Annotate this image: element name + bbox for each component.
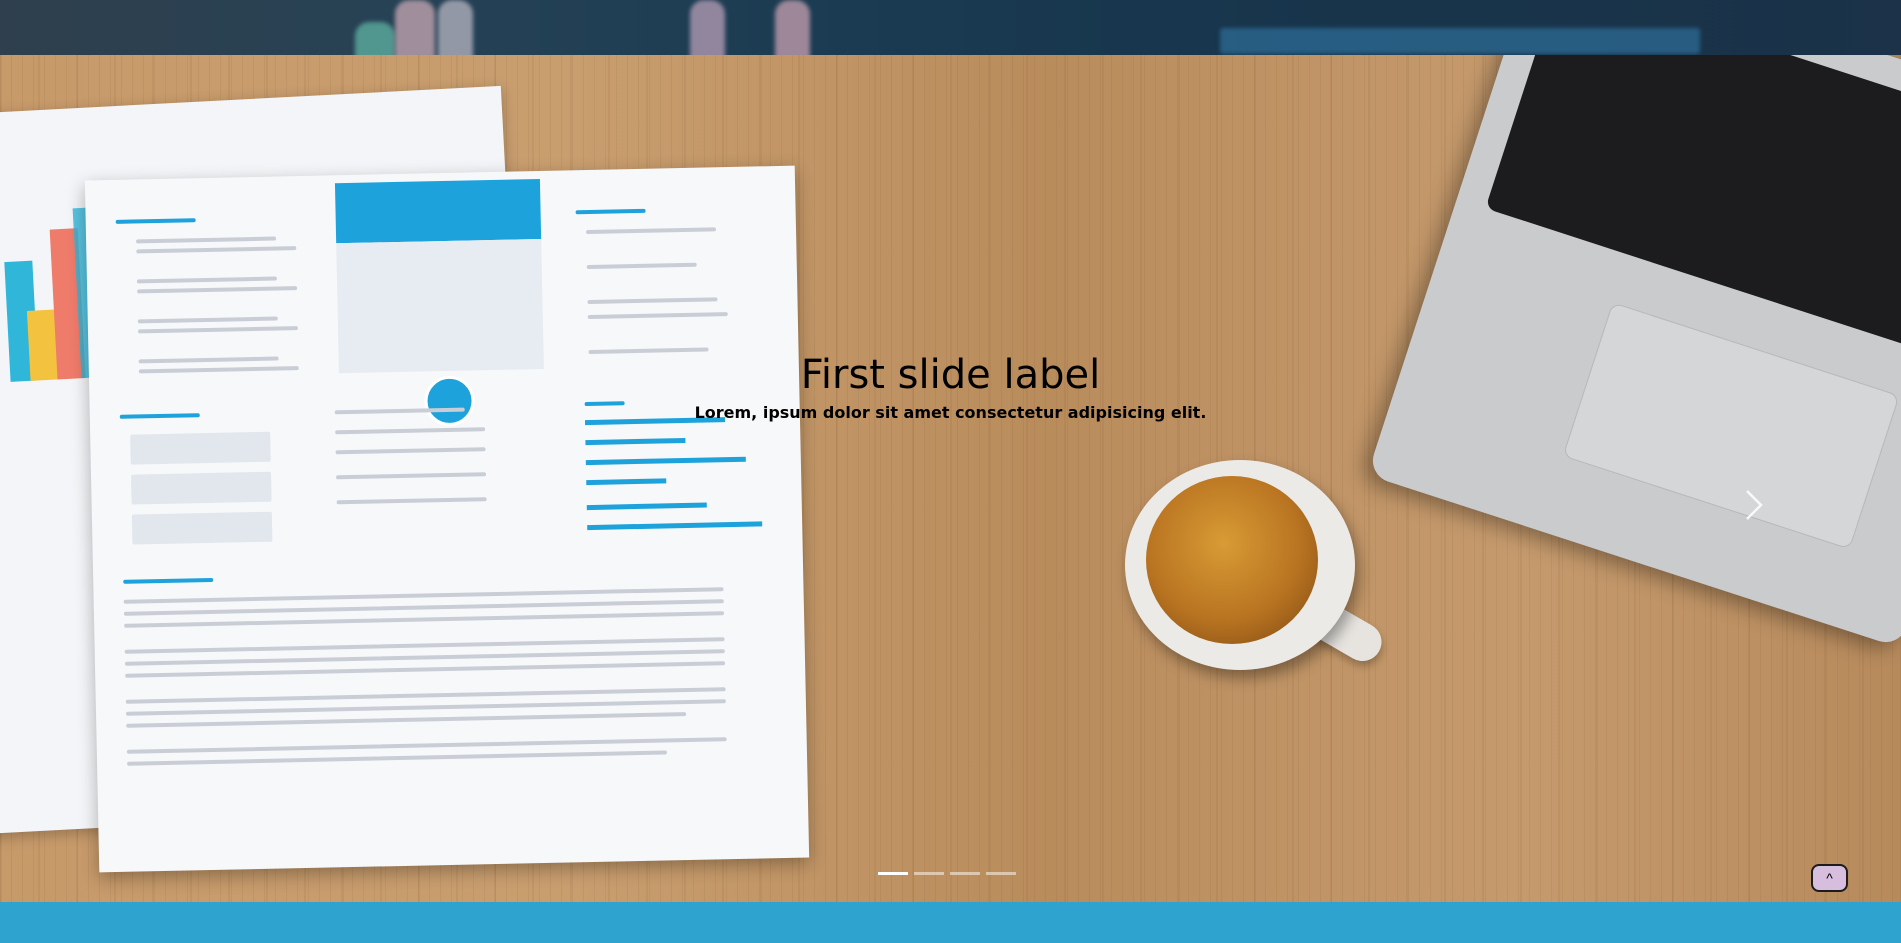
skill-bar — [586, 502, 707, 511]
back-to-top-button[interactable]: ^ — [1811, 864, 1848, 892]
keyboard-image — [1485, 55, 1901, 369]
text-line — [137, 316, 278, 324]
skill-bar — [585, 456, 746, 466]
text-line — [137, 326, 299, 334]
text-block — [131, 511, 273, 545]
text-line — [336, 497, 487, 505]
carousel-indicator-1[interactable] — [878, 872, 908, 875]
slide-text: Lorem, ipsum dolor sit amet consectetur … — [694, 403, 1207, 422]
carousel-indicator-2[interactable] — [914, 872, 944, 875]
text-block — [130, 431, 271, 465]
banner-decor — [395, 0, 435, 55]
top-banner — [0, 0, 1901, 55]
carousel-next-button[interactable] — [1730, 455, 1778, 555]
skill-bar — [587, 521, 763, 531]
text-line — [586, 262, 697, 270]
hero-carousel: First slide label Lorem, ipsum dolor sit… — [0, 55, 1901, 902]
text-line — [585, 227, 717, 235]
text-line — [587, 297, 718, 305]
chevron-right-icon — [1746, 490, 1763, 520]
banner-decor — [775, 0, 810, 55]
text-line — [136, 276, 277, 284]
coffee-cup-image — [1125, 460, 1389, 670]
skill-bar — [585, 437, 686, 446]
text-block — [131, 471, 272, 505]
resume-header-block — [334, 178, 542, 244]
banner-decor — [690, 0, 725, 55]
text-line — [137, 286, 298, 294]
caret-up-icon: ^ — [1826, 870, 1833, 886]
text-line — [575, 208, 646, 215]
text-line — [335, 427, 486, 435]
text-line — [587, 312, 728, 320]
skill-bar — [586, 478, 667, 486]
footer-strip — [0, 902, 1901, 943]
coffee-surface — [1146, 476, 1318, 644]
text-line — [336, 472, 487, 480]
slide-label: First slide label — [800, 352, 1101, 398]
text-line — [115, 218, 196, 224]
text-line — [335, 447, 486, 455]
text-line — [123, 577, 214, 584]
text-line — [136, 246, 297, 254]
slide-caption: First slide label Lorem, ipsum dolor sit… — [0, 351, 1901, 422]
carousel-indicators — [878, 872, 1016, 875]
carousel-indicator-4[interactable] — [986, 872, 1016, 875]
banner-decor — [438, 0, 473, 55]
text-line — [127, 750, 667, 766]
text-line — [136, 236, 277, 244]
carousel-indicator-3[interactable] — [950, 872, 980, 875]
resume-paper — [84, 165, 810, 873]
text-line — [126, 712, 687, 728]
banner-panel — [1220, 28, 1700, 54]
banner-decor — [355, 22, 395, 55]
